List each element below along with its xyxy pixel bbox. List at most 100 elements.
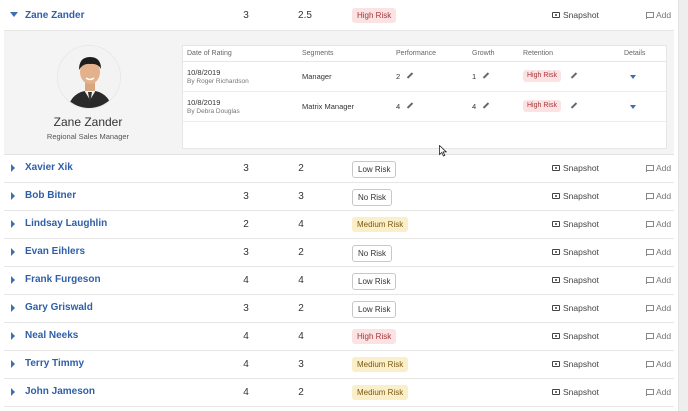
table-row[interactable]: Neal Neeks 4 4 High Risk Snapshot Add	[4, 323, 674, 351]
snapshot-button[interactable]: Snapshot	[552, 303, 599, 313]
chevron-down-icon[interactable]	[10, 12, 18, 17]
growth-score: 2	[298, 163, 304, 174]
table-row[interactable]: Evan Eihlers 3 2 No Risk Snapshot Add	[4, 239, 674, 267]
add-button[interactable]: Add	[646, 191, 671, 201]
snapshot-button[interactable]: Snapshot	[552, 331, 599, 341]
add-button[interactable]: Add	[646, 387, 671, 397]
col-performance-header: Performance	[396, 50, 437, 57]
growth-score: 3	[298, 359, 304, 370]
chevron-right-icon[interactable]	[11, 388, 15, 396]
add-label: Add	[656, 275, 672, 285]
employee-list: Zane Zander 3 2.5 High Risk Snapshot Add…	[4, 0, 674, 407]
col-date-header: Date of Rating	[187, 50, 232, 57]
chevron-right-icon[interactable]	[11, 248, 15, 256]
snapshot-button[interactable]: Snapshot	[552, 163, 599, 173]
growth-score: 2	[298, 303, 304, 314]
table-row[interactable]: Frank Furgeson 4 4 Low Risk Snapshot Add	[4, 267, 674, 295]
add-button[interactable]: Add	[646, 163, 671, 173]
table-row[interactable]: Bob Bitner 3 3 No Risk Snapshot Add	[4, 183, 674, 211]
performance-score: 3	[243, 163, 249, 174]
snapshot-button[interactable]: Snapshot	[552, 359, 599, 369]
growth-score: 4	[298, 331, 304, 342]
table-row[interactable]: John Jameson 4 2 Medium Risk Snapshot Ad…	[4, 379, 674, 407]
add-button[interactable]: Add	[646, 10, 671, 20]
table-row-expanded[interactable]: Zane Zander 3 2.5 High Risk Snapshot Add	[4, 0, 674, 31]
edit-retention-icon[interactable]	[571, 103, 577, 109]
flag-icon	[646, 248, 654, 256]
snapshot-button[interactable]: Snapshot	[552, 10, 599, 20]
risk-badge: Low Risk	[352, 273, 397, 290]
employee-name-link[interactable]: Terry Timmy	[25, 358, 84, 369]
table-row[interactable]: Terry Timmy 4 3 Medium Risk Snapshot Add	[4, 351, 674, 379]
employee-name-link[interactable]: Neal Neeks	[25, 330, 78, 341]
add-button[interactable]: Add	[646, 359, 671, 369]
employee-name-link[interactable]: John Jameson	[25, 386, 95, 397]
snapshot-button[interactable]: Snapshot	[552, 387, 599, 397]
risk-badge: No Risk	[352, 189, 393, 206]
chevron-right-icon[interactable]	[11, 192, 15, 200]
add-label: Add	[656, 303, 672, 313]
add-button[interactable]: Add	[646, 303, 671, 313]
details-chevron-icon[interactable]	[630, 105, 636, 109]
edit-performance-icon[interactable]	[407, 73, 413, 79]
snapshot-label: Snapshot	[563, 247, 599, 257]
chevron-right-icon[interactable]	[11, 276, 15, 284]
risk-badge: High Risk	[352, 8, 397, 23]
table-row[interactable]: Gary Griswald 3 2 Low Risk Snapshot Add	[4, 295, 674, 323]
profile-card: Zane Zander Regional Sales Manager	[8, 41, 168, 147]
details-chevron-icon[interactable]	[630, 75, 636, 79]
chevron-right-icon[interactable]	[11, 304, 15, 312]
snapshot-button[interactable]: Snapshot	[552, 275, 599, 285]
performance-score: 3	[243, 247, 249, 258]
rating-history-header: Date of Rating Segments Performance Grow…	[183, 46, 666, 62]
employee-name-link[interactable]: Xavier Xik	[25, 162, 73, 173]
add-button[interactable]: Add	[646, 247, 671, 257]
snapshot-button[interactable]: Snapshot	[552, 247, 599, 257]
performance-score: 3	[243, 303, 249, 314]
flag-icon	[646, 304, 654, 312]
vertical-scrollbar[interactable]	[678, 0, 688, 411]
snapshot-label: Snapshot	[563, 275, 599, 285]
chevron-right-icon[interactable]	[11, 332, 15, 340]
camera-icon	[552, 361, 560, 367]
chevron-right-icon[interactable]	[11, 360, 15, 368]
rating-performance: 2	[396, 72, 401, 81]
edit-growth-icon[interactable]	[483, 103, 489, 109]
performance-score: 4	[243, 359, 249, 370]
avatar-image	[58, 46, 120, 108]
chevron-right-icon[interactable]	[11, 220, 15, 228]
snapshot-button[interactable]: Snapshot	[552, 191, 599, 201]
employee-name-link[interactable]: Lindsay Laughlin	[25, 218, 107, 229]
snapshot-button[interactable]: Snapshot	[552, 219, 599, 229]
table-row[interactable]: Lindsay Laughlin 2 4 Medium Risk Snapsho…	[4, 211, 674, 239]
avatar	[57, 45, 121, 109]
growth-score: 4	[298, 275, 304, 286]
add-button[interactable]: Add	[646, 219, 671, 229]
employee-name-link[interactable]: Evan Eihlers	[25, 246, 85, 257]
employee-name-link[interactable]: Bob Bitner	[25, 190, 76, 201]
table-row[interactable]: Xavier Xik 3 2 Low Risk Snapshot Add	[4, 155, 674, 183]
add-button[interactable]: Add	[646, 331, 671, 341]
flag-icon	[646, 192, 654, 200]
growth-score: 2	[298, 387, 304, 398]
flag-icon	[646, 164, 654, 172]
employee-name-link[interactable]: Frank Furgeson	[25, 274, 101, 285]
profile-name: Zane Zander	[53, 115, 123, 129]
growth-score: 2	[298, 247, 304, 258]
rating-segment: Manager	[302, 72, 332, 81]
col-details-header: Details	[624, 50, 646, 57]
rated-by: By Debra Douglas	[187, 108, 240, 115]
rating-history-row: 10/8/2019 By Roger Richardson Manager 2 …	[183, 63, 666, 92]
add-button[interactable]: Add	[646, 275, 671, 285]
add-label: Add	[656, 10, 672, 20]
col-segments-header: Segments	[302, 50, 334, 57]
edit-performance-icon[interactable]	[407, 103, 413, 109]
chevron-right-icon[interactable]	[11, 164, 15, 172]
edit-growth-icon[interactable]	[483, 73, 489, 79]
rating-history-row: 10/8/2019 By Debra Douglas Matrix Manage…	[183, 93, 666, 122]
rating-history-table: Date of Rating Segments Performance Grow…	[182, 45, 667, 149]
employee-name-link[interactable]: Gary Griswald	[25, 302, 93, 313]
employee-name-link[interactable]: Zane Zander	[25, 10, 84, 21]
employee-detail-panel: Zane Zander Regional Sales Manager Date …	[4, 31, 674, 155]
edit-retention-icon[interactable]	[571, 73, 577, 79]
